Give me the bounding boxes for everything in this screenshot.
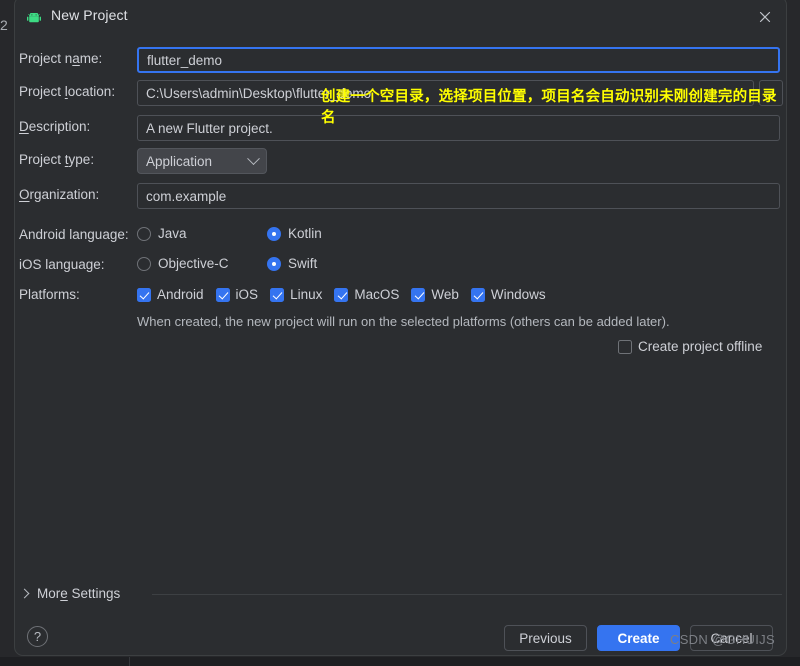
checkbox-label: Linux: [290, 287, 323, 302]
platforms-hint: When created, the new project will run o…: [137, 314, 670, 329]
checkbox-indicator: [137, 287, 151, 302]
more-settings-toggle[interactable]: More Settings: [19, 586, 121, 601]
project-type-label: Project type:: [19, 152, 95, 167]
help-label: ?: [33, 629, 42, 644]
project-name-input[interactable]: flutter_demo: [137, 47, 780, 73]
checkbox-platform-linux[interactable]: Linux: [270, 287, 322, 302]
background-bottom-strip: [0, 657, 800, 666]
radio-label: Kotlin: [288, 226, 322, 241]
annotation-text: 创建一个空目录，选择项目位置，项目名会自动识别未刚创建完的目录名: [321, 89, 777, 126]
android-language-row: Android language: Java Kotlin: [15, 223, 786, 249]
radio-label: Swift: [288, 256, 318, 271]
more-settings-label: More Settings: [37, 586, 121, 601]
more-settings-divider: [152, 594, 782, 595]
radio-indicator: [267, 226, 281, 241]
radio-indicator: [137, 226, 151, 241]
new-project-dialog: New Project Project name: flutter_demo P…: [14, 0, 787, 656]
previous-button[interactable]: Previous: [504, 625, 587, 651]
ios-language-row: iOS language: Objective-C Swift: [15, 253, 786, 279]
checkbox-indicator: [215, 287, 230, 302]
checkbox-label: MacOS: [354, 287, 400, 302]
chevron-right-icon: [19, 588, 30, 599]
organization-row: Organization: com.example: [15, 183, 786, 209]
checkbox-platform-ios[interactable]: iOS: [215, 287, 259, 302]
platforms-label: Platforms:: [19, 287, 80, 302]
android-language-options: Java Kotlin: [137, 226, 322, 241]
organization-input[interactable]: com.example: [137, 183, 780, 209]
checkbox-platform-web[interactable]: Web: [411, 287, 459, 302]
radio-label: Objective-C: [158, 256, 229, 271]
checkbox-indicator: [618, 339, 632, 354]
ios-language-label: iOS language:: [19, 257, 105, 272]
close-icon[interactable]: [752, 5, 778, 29]
checkbox-indicator: [470, 287, 485, 302]
radio-label: Java: [158, 226, 187, 241]
chevron-down-icon: [247, 151, 260, 165]
project-type-value: Application: [146, 153, 213, 169]
checkbox-indicator: [411, 287, 426, 302]
cancel-button[interactable]: Cancel: [690, 625, 773, 651]
radio-android-kotlin[interactable]: Kotlin: [267, 226, 322, 241]
checkbox-indicator: [270, 287, 285, 302]
dialog-title: New Project: [51, 7, 128, 23]
checkbox-label: Android: [157, 287, 204, 302]
radio-ios-objective-c[interactable]: Objective-C: [137, 256, 267, 271]
radio-indicator: [137, 256, 151, 271]
platforms-row: Platforms: Android iOS Linux MacOS Web W…: [15, 283, 786, 309]
radio-ios-swift[interactable]: Swift: [267, 256, 317, 271]
project-location-label: Project location:: [19, 84, 116, 99]
screen: 2 New Project Project name: flutter_demo…: [0, 0, 800, 666]
radio-indicator: [267, 256, 281, 271]
checkbox-platform-android[interactable]: Android: [137, 287, 204, 302]
project-type-row: Project type: Application: [15, 148, 786, 174]
checkbox-create-project-offline[interactable]: Create project offline: [618, 339, 762, 354]
background-bottom-divider: [129, 657, 130, 666]
checkbox-platform-windows[interactable]: Windows: [470, 287, 546, 302]
project-type-select[interactable]: Application: [137, 148, 267, 174]
project-name-label: Project name:: [19, 51, 103, 66]
checkbox-platform-macos[interactable]: MacOS: [334, 287, 399, 302]
android-language-label: Android language:: [19, 227, 129, 242]
dialog-titlebar: New Project: [15, 0, 786, 37]
description-label: Description:: [19, 119, 91, 134]
checkbox-label: iOS: [235, 287, 259, 302]
radio-android-java[interactable]: Java: [137, 226, 267, 241]
platforms-options: Android iOS Linux MacOS Web Windows: [137, 287, 558, 302]
background-window-char: 2: [0, 17, 8, 33]
checkbox-indicator: [334, 287, 349, 302]
help-button[interactable]: ?: [27, 626, 48, 647]
android-robot-icon: [27, 11, 41, 23]
checkbox-label: Windows: [490, 287, 546, 302]
project-name-row: Project name: flutter_demo: [15, 47, 786, 73]
create-button[interactable]: Create: [597, 625, 680, 651]
checkbox-label: Web: [431, 287, 459, 302]
organization-label: Organization:: [19, 187, 100, 202]
checkbox-label: Create project offline: [638, 339, 763, 354]
ios-language-options: Objective-C Swift: [137, 256, 317, 271]
